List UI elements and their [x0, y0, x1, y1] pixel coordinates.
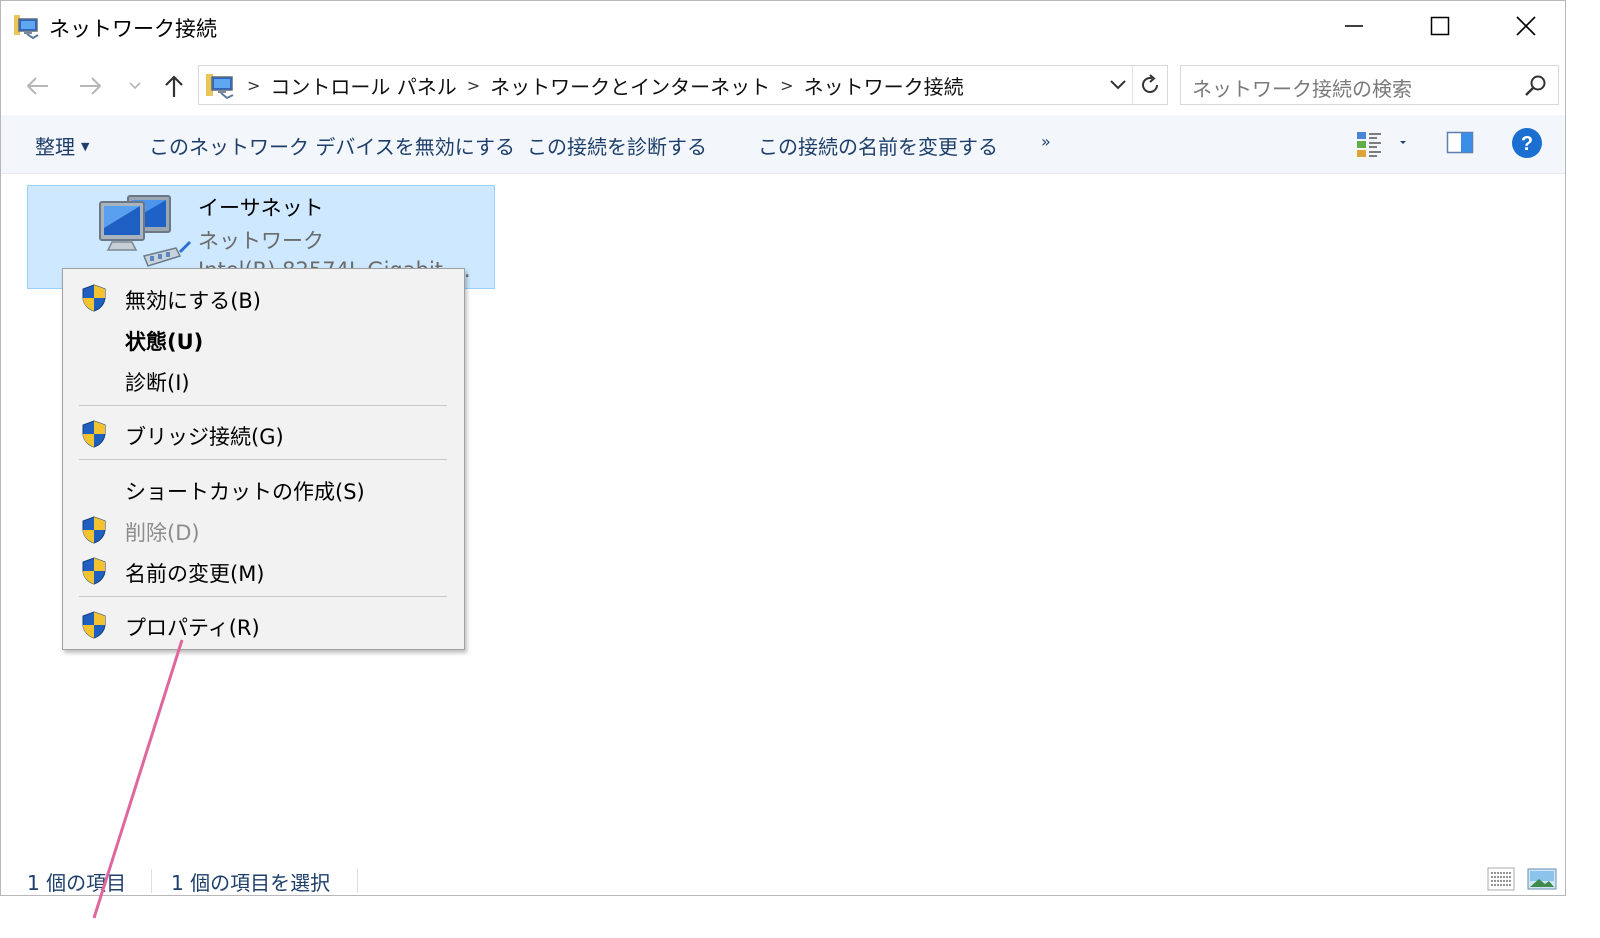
menu-label: ショートカットの作成(S) — [125, 480, 365, 504]
up-button[interactable] — [158, 71, 190, 101]
help-icon: ? — [1512, 128, 1542, 158]
preview-pane-button[interactable] — [1446, 128, 1474, 162]
arrow-left-icon — [26, 77, 48, 95]
selected-count: 1 個の項目を選択 — [171, 871, 331, 895]
close-button[interactable] — [1483, 1, 1569, 51]
menu-item-properties[interactable]: プロパティ(R) — [63, 604, 464, 644]
details-view-button[interactable] — [1487, 866, 1515, 896]
arrow-up-icon — [165, 75, 183, 97]
command-bar: 整理 ▼ このネットワーク デバイスを無効にする この接続を診断する この接続の名… — [1, 115, 1565, 174]
menu-separator — [79, 405, 447, 406]
arrow-right-icon — [80, 77, 102, 95]
breadcrumb-network-connections[interactable]: ネットワーク接続 — [804, 71, 964, 100]
window-title: ネットワーク接続 — [49, 17, 217, 41]
menu-label: 名前の変更(M) — [125, 562, 265, 586]
menu-label: 状態(U) — [125, 330, 204, 354]
minimize-icon — [1345, 25, 1363, 27]
menu-item-bridge[interactable]: ブリッジ接続(G) — [63, 413, 464, 453]
ethernet-adapter-icon — [99, 195, 192, 267]
address-bar[interactable]: > コントロール パネル > ネットワークとインターネット > ネットワーク接続 — [198, 65, 1168, 105]
breadcrumb-network-internet[interactable]: ネットワークとインターネット — [490, 71, 770, 100]
uac-shield-icon — [82, 284, 106, 312]
menu-separator — [79, 459, 447, 460]
view-options-icon — [1357, 132, 1406, 157]
menu-label: 削除(D) — [125, 521, 200, 545]
search-placeholder: ネットワーク接続の検索 — [1192, 77, 1412, 101]
menu-item-diagnose[interactable]: 診断(I) — [63, 359, 464, 399]
maximize-button[interactable] — [1397, 1, 1483, 51]
uac-shield-icon — [82, 611, 106, 639]
menu-label: ブリッジ接続(G) — [125, 425, 284, 449]
menu-item-delete[interactable]: 削除(D) — [63, 509, 464, 549]
organize-label: 整理 — [35, 135, 75, 159]
details-view-icon — [1487, 867, 1515, 891]
large-icons-view-button[interactable] — [1527, 866, 1557, 896]
breadcrumb-separator: > — [247, 75, 261, 95]
forward-button[interactable] — [75, 71, 107, 101]
maximize-icon — [1430, 16, 1450, 36]
close-icon — [1516, 16, 1536, 36]
rename-connection-button[interactable]: この接続の名前を変更する — [758, 131, 998, 160]
change-view-button[interactable] — [1355, 128, 1415, 164]
control-panel-icon — [206, 74, 234, 100]
menu-label: プロパティ(R) — [125, 616, 260, 640]
item-type: ネットワーク — [198, 229, 324, 253]
network-connections-icon — [14, 15, 39, 39]
caret-down-icon: ▼ — [81, 140, 90, 153]
svg-text:?: ? — [1521, 133, 1533, 155]
back-button[interactable] — [21, 71, 53, 101]
more-commands-button[interactable]: » — [1041, 132, 1051, 151]
search-input[interactable]: ネットワーク接続の検索 — [1180, 65, 1559, 105]
preview-pane-icon — [1446, 131, 1474, 154]
breadcrumb-separator: > — [780, 75, 794, 95]
refresh-button[interactable] — [1132, 66, 1167, 104]
menu-item-rename[interactable]: 名前の変更(M) — [63, 550, 464, 590]
context-menu: 無効にする(B) 状態(U) 診断(I) ブリッジ接続(G) ショートカットの作… — [62, 268, 465, 650]
menu-item-create-shortcut[interactable]: ショートカットの作成(S) — [63, 468, 464, 508]
address-row: > コントロール パネル > ネットワークとインターネット > ネットワーク接続… — [1, 59, 1565, 111]
menu-label: 無効にする(B) — [125, 289, 262, 313]
refresh-icon — [1142, 74, 1158, 93]
menu-item-disable[interactable]: 無効にする(B) — [63, 277, 464, 317]
breadcrumb-control-panel[interactable]: コントロール パネル — [270, 71, 456, 100]
menu-separator — [79, 596, 447, 597]
chevron-down-icon — [1110, 80, 1126, 90]
search-icon[interactable] — [1524, 74, 1548, 98]
uac-shield-icon — [82, 420, 106, 448]
uac-shield-icon — [82, 557, 106, 585]
disable-device-button[interactable]: このネットワーク デバイスを無効にする — [149, 131, 515, 160]
minimize-button[interactable] — [1311, 1, 1397, 51]
title-bar: ネットワーク接続 — [1, 1, 1565, 53]
address-history-button[interactable] — [1103, 66, 1133, 104]
breadcrumb-separator: > — [466, 75, 481, 95]
diagnose-connection-button[interactable]: この接続を診断する — [527, 131, 707, 160]
status-bar: 1 個の項目 1 個の項目を選択 — [1, 859, 1565, 897]
organize-button[interactable]: 整理 ▼ — [35, 131, 89, 160]
chevron-down-icon — [129, 82, 141, 90]
large-icons-view-icon — [1527, 868, 1557, 890]
item-count: 1 個の項目 — [27, 871, 127, 895]
recent-locations-button[interactable] — [121, 71, 149, 101]
menu-item-status[interactable]: 状態(U) — [63, 318, 464, 358]
status-divider — [151, 869, 152, 893]
status-divider — [357, 869, 358, 893]
breadcrumb: > コントロール パネル > ネットワークとインターネット > ネットワーク接続 — [199, 66, 964, 104]
item-name: イーサネット — [198, 196, 324, 220]
uac-shield-icon — [82, 516, 106, 544]
menu-label: 診断(I) — [125, 371, 190, 395]
help-button[interactable]: ? — [1511, 127, 1543, 163]
